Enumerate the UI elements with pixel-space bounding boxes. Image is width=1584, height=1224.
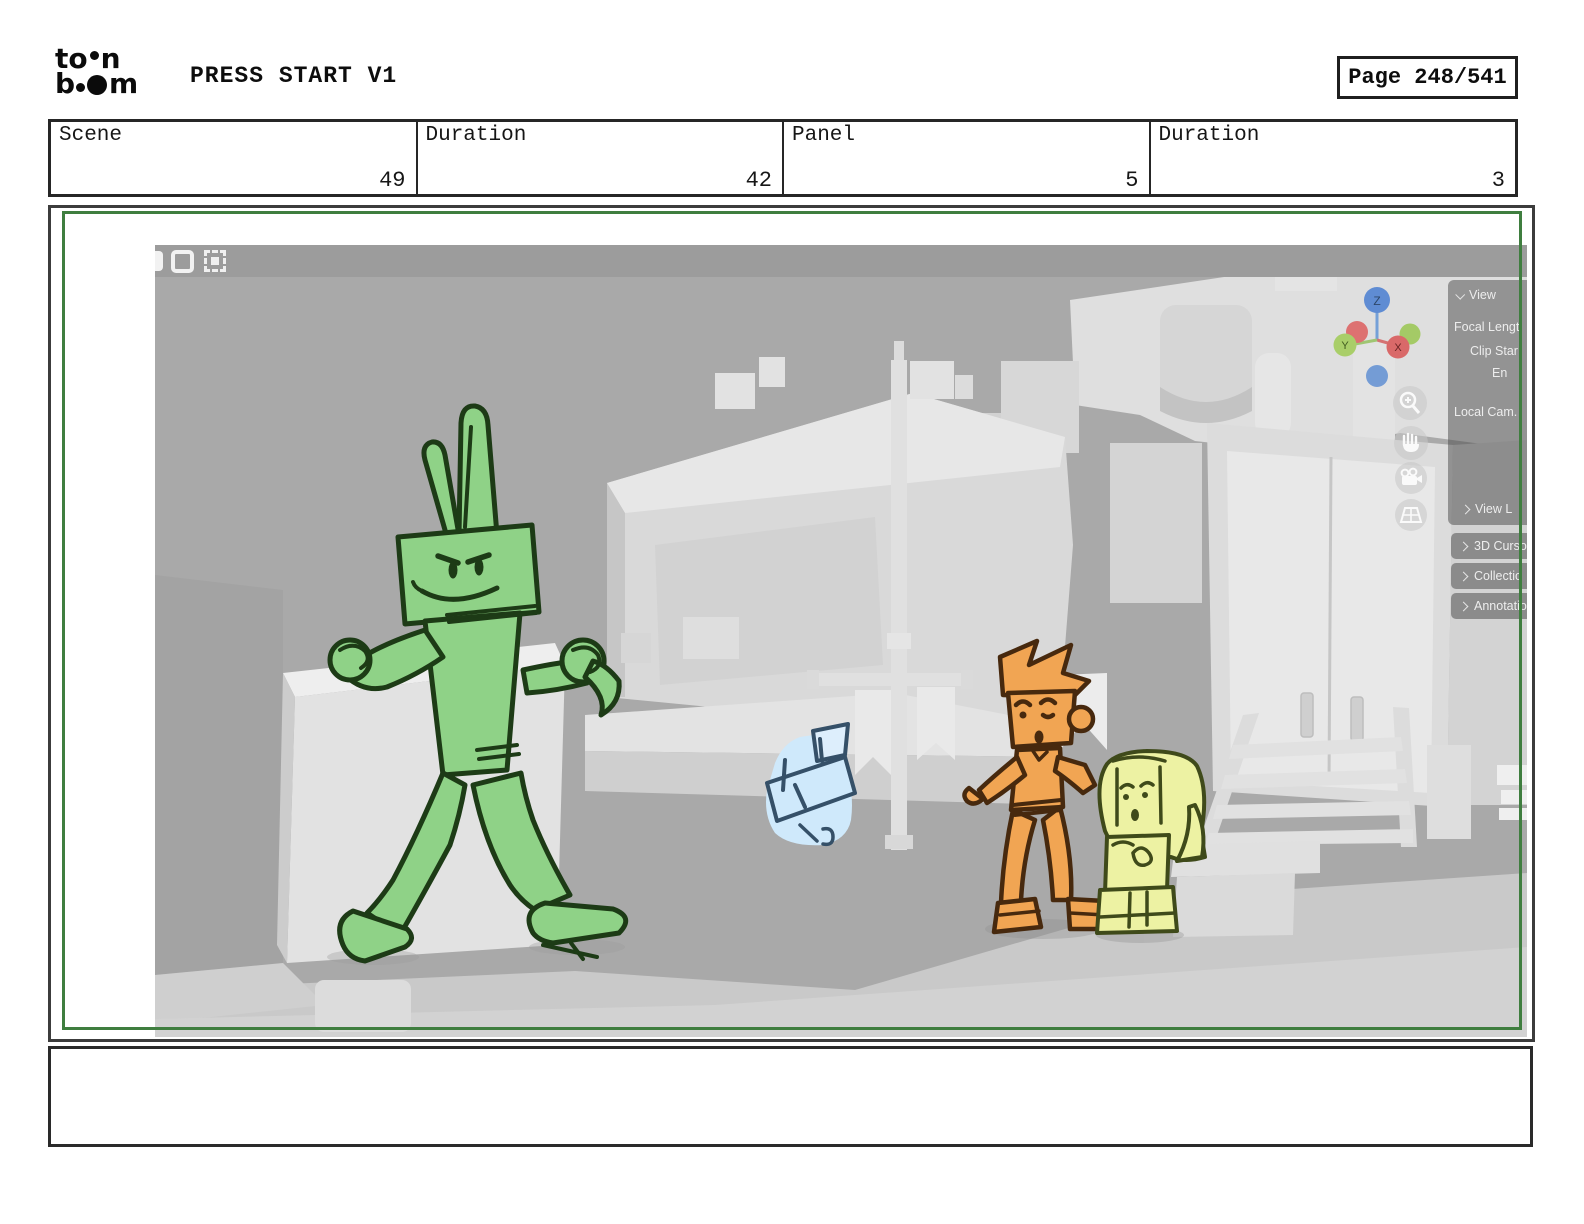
logo-dot-icon	[76, 83, 86, 92]
panel-info-table: Scene 49 Duration 42 Panel 5 Duration 3	[48, 119, 1518, 197]
duration-value: 3	[1491, 168, 1505, 193]
caption-box	[48, 1046, 1533, 1147]
logo-dot-icon	[87, 75, 108, 95]
panel-value: 5	[1125, 168, 1139, 193]
duration-label: Duration	[1158, 124, 1260, 147]
panel-label: Panel	[792, 124, 856, 147]
scene-duration-cell: Duration 42	[418, 122, 784, 194]
scene-label: Scene	[59, 124, 123, 147]
panel-duration-cell: Duration 3	[1151, 122, 1516, 194]
duration-value: 42	[745, 168, 772, 193]
page-number-box: Page 248/541	[1337, 56, 1518, 99]
toonboom-logo: to n bm	[55, 42, 139, 100]
camera-frame-border	[62, 211, 1522, 1030]
storyboard-panel: Z Y X View Focal Lengt Clip Star En Loca…	[48, 205, 1535, 1042]
logo-dot-icon	[89, 51, 99, 60]
duration-label: Duration	[425, 124, 527, 147]
page-number-label: Page 248/541	[1348, 65, 1507, 90]
scene-cell: Scene 49	[51, 122, 418, 194]
project-title: PRESS START V1	[190, 63, 398, 89]
scene-value: 49	[379, 168, 406, 193]
panel-cell: Panel 5	[784, 122, 1151, 194]
